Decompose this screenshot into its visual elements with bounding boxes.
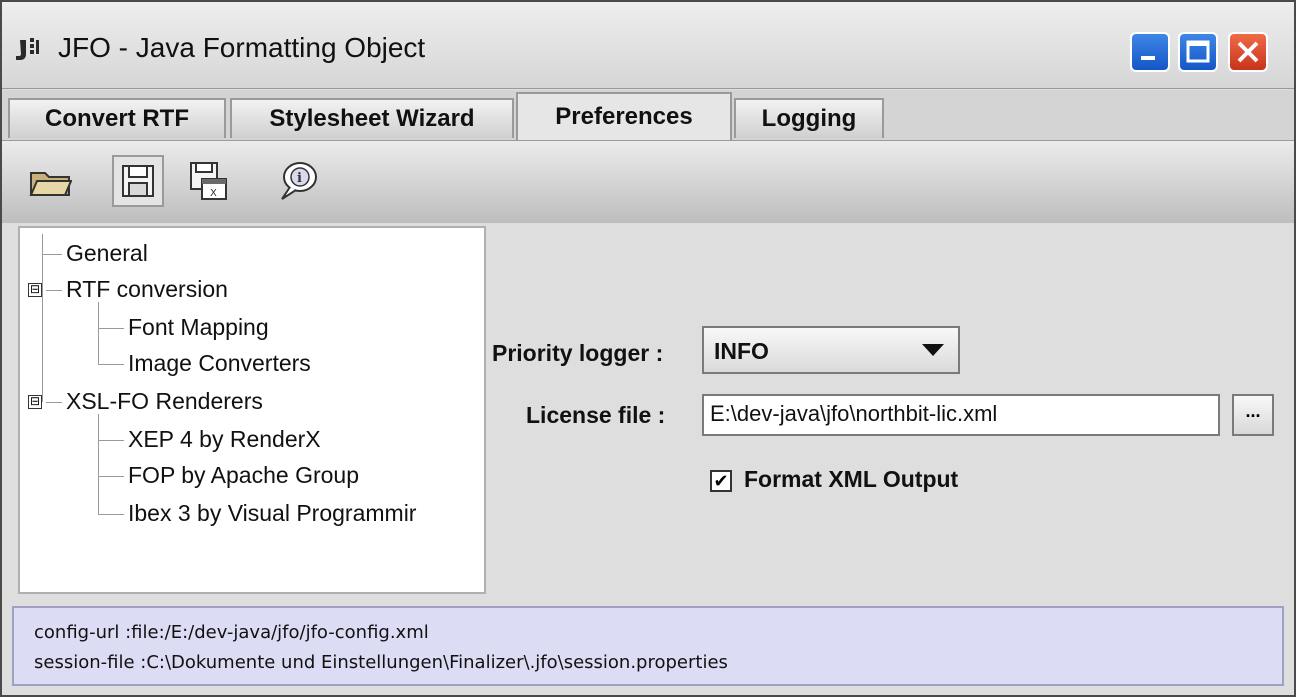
- minimize-icon: [1141, 56, 1155, 60]
- toolbar: X i: [2, 140, 1294, 223]
- license-file-label: License file :: [526, 402, 666, 428]
- config-url-text: config-url :file:/E:/dev-java/jfo/jfo-co…: [34, 622, 429, 643]
- session-file-text: session-file :C:\Dokumente und Einstellu…: [34, 652, 728, 673]
- collapse-xsl-fo-renderers-icon[interactable]: ⊟: [28, 395, 42, 409]
- save-as-icon: X: [190, 162, 227, 200]
- maximize-button[interactable]: [1178, 32, 1218, 72]
- tree-line: [98, 328, 124, 329]
- tree-line: [42, 254, 62, 255]
- tree-line: [98, 476, 124, 477]
- status-panel: config-url :file:/E:/dev-java/jfo/jfo-co…: [12, 606, 1284, 686]
- tree-line: [46, 290, 62, 291]
- tree-item-general[interactable]: General: [66, 240, 148, 267]
- tree-line: [98, 440, 124, 441]
- tree-item-xsl-fo-renderers[interactable]: XSL-FO Renderers: [66, 388, 263, 415]
- license-file-input[interactable]: E:\dev-java\jfo\northbit-lic.xml: [702, 394, 1220, 436]
- app-window: JFO - Java Formatting Object Convert RTF…: [0, 0, 1296, 697]
- tree-line: [46, 402, 62, 403]
- open-folder-icon: [29, 172, 72, 196]
- browse-license-button[interactable]: ...: [1232, 394, 1274, 436]
- tab-convert-rtf[interactable]: Convert RTF: [8, 98, 226, 138]
- save-icon: [122, 165, 154, 197]
- tree-item-rtf-conversion[interactable]: RTF conversion: [66, 276, 228, 303]
- tree-line: [98, 514, 124, 515]
- priority-logger-value: INFO: [714, 338, 769, 364]
- preferences-tree[interactable]: ⊟ ⊟ General RTF conversion Font Mapping …: [18, 226, 486, 594]
- tree-line: [98, 414, 99, 514]
- close-button[interactable]: [1228, 32, 1268, 72]
- save-as-button[interactable]: X: [182, 155, 234, 207]
- java-app-icon: [16, 38, 39, 60]
- minimize-button[interactable]: [1130, 32, 1170, 72]
- tab-logging[interactable]: Logging: [734, 98, 884, 138]
- tree-line: [98, 302, 99, 364]
- tree-item-xep-4[interactable]: XEP 4 by RenderX: [128, 426, 321, 453]
- tree-item-ibex-3[interactable]: Ibex 3 by Visual Programmir: [128, 500, 416, 527]
- open-button[interactable]: [24, 155, 76, 207]
- info-icon: i: [281, 162, 317, 200]
- info-button[interactable]: i: [272, 155, 324, 207]
- window-title: JFO - Java Formatting Object: [58, 32, 426, 63]
- maximize-icon: [1186, 40, 1210, 63]
- tree-item-fop[interactable]: FOP by Apache Group: [128, 462, 359, 489]
- save-button[interactable]: [112, 155, 164, 207]
- tree-item-image-converters[interactable]: Image Converters: [128, 350, 311, 377]
- tree-line: [98, 364, 124, 365]
- dropdown-arrow-icon: [922, 344, 944, 356]
- svg-text:i: i: [297, 171, 302, 186]
- format-xml-checkbox[interactable]: ✔: [710, 470, 732, 492]
- tab-preferences[interactable]: Preferences: [516, 92, 732, 140]
- collapse-rtf-conversion-icon[interactable]: ⊟: [28, 283, 42, 297]
- tab-stylesheet-wizard[interactable]: Stylesheet Wizard: [230, 98, 514, 138]
- tab-bar: Convert RTF Stylesheet Wizard Preference…: [2, 90, 1294, 140]
- close-icon: [1237, 41, 1259, 63]
- svg-text:X: X: [210, 188, 217, 199]
- title-bar[interactable]: JFO - Java Formatting Object: [2, 2, 1294, 89]
- format-xml-label[interactable]: Format XML Output: [744, 466, 958, 493]
- priority-logger-select[interactable]: INFO: [702, 326, 960, 374]
- priority-logger-label: Priority logger :: [492, 340, 664, 366]
- tree-item-font-mapping[interactable]: Font Mapping: [128, 314, 269, 341]
- tree-line: [42, 234, 43, 402]
